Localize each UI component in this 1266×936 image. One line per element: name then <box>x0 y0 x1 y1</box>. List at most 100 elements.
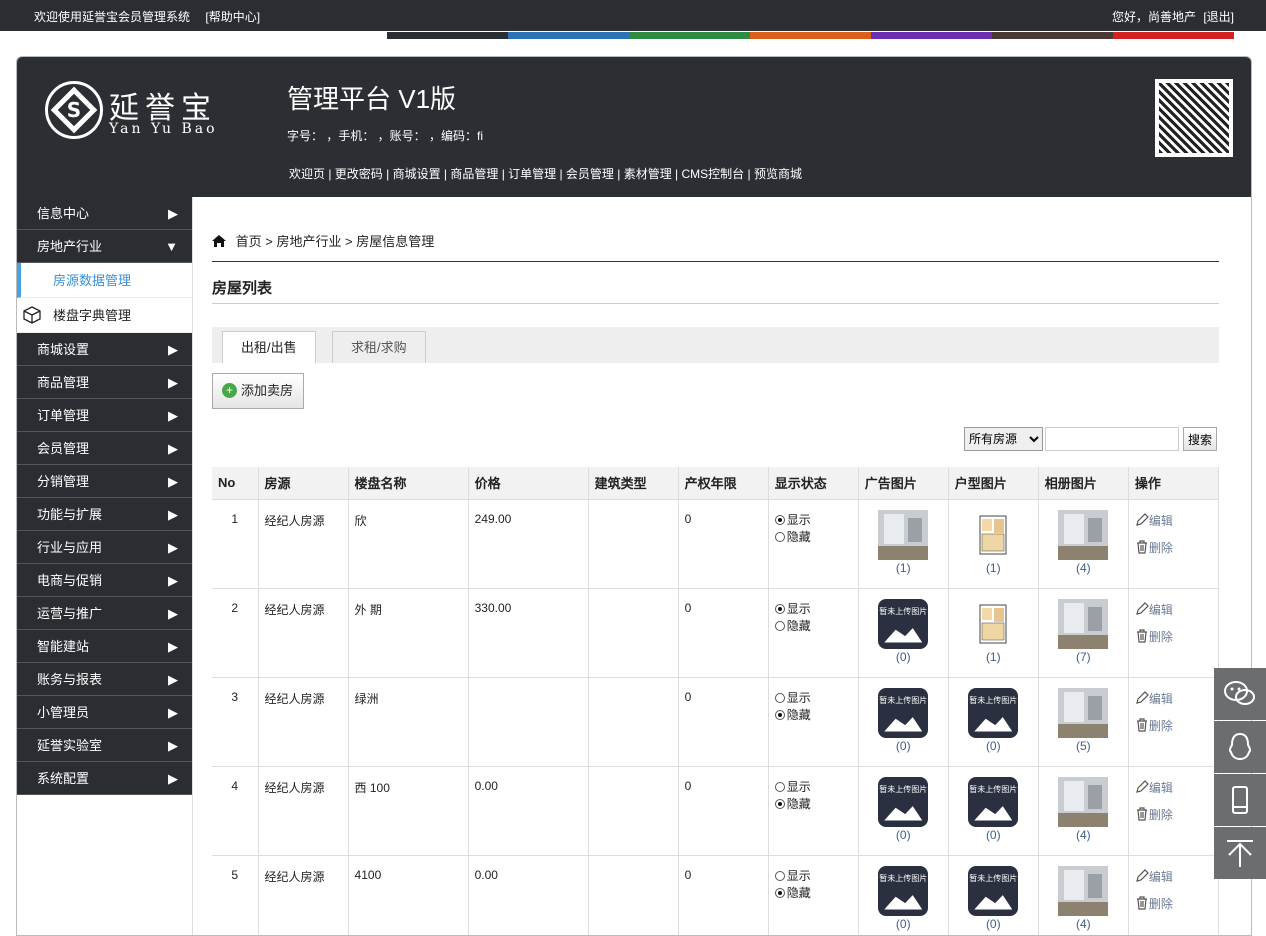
no-image-placeholder[interactable]: 暂未上传图片 <box>968 687 1019 738</box>
photo-thumbnail[interactable] <box>1058 509 1109 560</box>
radio-icon[interactable] <box>774 603 785 614</box>
sidebar-menu-item[interactable]: 信息中心 ▶ <box>17 197 192 230</box>
radio-icon[interactable] <box>774 692 785 703</box>
image-count[interactable]: (5) <box>1039 739 1128 753</box>
sidebar-menu-item[interactable]: 行业与应用 ▶ <box>17 531 192 564</box>
cell-price: 330.00 <box>468 588 589 678</box>
image-count[interactable]: (4) <box>1039 917 1128 931</box>
divider-top <box>212 261 1219 262</box>
sidebar-menu-item[interactable]: 运营与推广 ▶ <box>17 597 192 630</box>
image-count[interactable]: (1) <box>859 561 948 575</box>
no-image-placeholder[interactable]: 暂未上传图片 <box>878 687 929 738</box>
qq-button[interactable] <box>1214 721 1266 773</box>
sidebar-menu-item[interactable]: 账务与报表 ▶ <box>17 663 192 696</box>
photo-thumbnail[interactable] <box>878 509 929 560</box>
no-image-placeholder[interactable]: 暂未上传图片 <box>968 865 1019 916</box>
edit-link[interactable]: 编辑 <box>1135 512 1218 529</box>
logout-link[interactable]: [退出] <box>1203 10 1234 24</box>
photo-thumbnail[interactable] <box>1058 687 1109 738</box>
sidebar-menu-item[interactable]: 小管理员 ▶ <box>17 696 192 729</box>
radio-icon[interactable] <box>774 870 785 881</box>
no-image-placeholder[interactable]: 暂未上传图片 <box>878 598 929 649</box>
home-icon[interactable] <box>212 235 226 247</box>
hide-radio[interactable]: 隐藏 <box>774 618 858 635</box>
image-count[interactable]: (7) <box>1039 650 1128 664</box>
show-radio[interactable]: 显示 <box>774 601 858 618</box>
delete-link[interactable]: 删除 <box>1135 717 1218 734</box>
delete-link[interactable]: 删除 <box>1135 806 1218 823</box>
delete-link[interactable]: 删除 <box>1135 895 1218 912</box>
sidebar-menu-item[interactable]: 分销管理 ▶ <box>17 465 192 498</box>
radio-icon[interactable] <box>774 781 785 792</box>
radio-icon[interactable] <box>774 531 785 542</box>
show-radio[interactable]: 显示 <box>774 779 858 796</box>
cell-plan-image: (1) <box>948 499 1039 589</box>
sidebar-menu-item[interactable]: 功能与扩展 ▶ <box>17 498 192 531</box>
photo-thumbnail[interactable] <box>1058 865 1109 916</box>
sidebar-sub-item[interactable]: 房源数据管理 <box>17 263 192 298</box>
edit-link[interactable]: 编辑 <box>1135 690 1218 707</box>
tab-rent-buy-request[interactable]: 求租/求购 <box>332 331 426 363</box>
wechat-button[interactable] <box>1214 668 1266 720</box>
sidebar-sub-item[interactable]: 楼盘字典管理 <box>17 298 192 333</box>
edit-link[interactable]: 编辑 <box>1135 601 1218 618</box>
chevron-right-icon: ▶ <box>168 408 178 423</box>
radio-icon[interactable] <box>774 709 785 720</box>
sidebar-menu-item[interactable]: 商品管理 ▶ <box>17 366 192 399</box>
back-to-top-button[interactable] <box>1214 827 1266 879</box>
show-radio[interactable]: 显示 <box>774 512 858 529</box>
show-radio[interactable]: 显示 <box>774 868 858 885</box>
show-radio[interactable]: 显示 <box>774 690 858 707</box>
search-input[interactable] <box>1045 427 1179 451</box>
header-nav-links[interactable]: 欢迎页 | 更改密码 | 商城设置 | 商品管理 | 订单管理 | 会员管理 |… <box>289 167 802 181</box>
radio-icon[interactable] <box>774 798 785 809</box>
add-house-button[interactable]: + 添加卖房 <box>212 373 305 409</box>
image-count[interactable]: (0) <box>949 739 1038 753</box>
sidebar-menu-item[interactable]: 订单管理 ▶ <box>17 399 192 432</box>
delete-link[interactable]: 删除 <box>1135 628 1218 645</box>
hide-radio[interactable]: 隐藏 <box>774 796 858 813</box>
no-image-placeholder[interactable]: 暂未上传图片 <box>968 776 1019 827</box>
hide-radio[interactable]: 隐藏 <box>774 529 858 546</box>
tab-rent-sell[interactable]: 出租/出售 <box>222 331 316 363</box>
image-count[interactable]: (0) <box>949 917 1038 931</box>
edit-link[interactable]: 编辑 <box>1135 868 1218 885</box>
edit-link[interactable]: 编辑 <box>1135 779 1218 796</box>
color-stripe-segment <box>992 32 1113 39</box>
image-count[interactable]: (4) <box>1039 828 1128 842</box>
image-count[interactable]: (0) <box>859 650 948 664</box>
search-button[interactable]: 搜索 <box>1183 427 1217 451</box>
image-count[interactable]: (1) <box>949 561 1038 575</box>
hide-radio[interactable]: 隐藏 <box>774 707 858 724</box>
help-link[interactable]: [帮助中心] <box>205 10 260 24</box>
image-count[interactable]: (0) <box>859 917 948 931</box>
image-count[interactable]: (0) <box>859 828 948 842</box>
header-nav[interactable]: 欢迎页 | 更改密码 | 商城设置 | 商品管理 | 订单管理 | 会员管理 |… <box>289 165 802 182</box>
sidebar-menu-item[interactable]: 延誉实验室 ▶ <box>17 729 192 762</box>
no-image-placeholder[interactable]: 暂未上传图片 <box>878 776 929 827</box>
radio-icon[interactable] <box>774 887 785 898</box>
delete-link[interactable]: 删除 <box>1135 539 1218 556</box>
photo-thumbnail[interactable] <box>1058 598 1109 649</box>
sidebar-menu-item[interactable]: 会员管理 ▶ <box>17 432 192 465</box>
floor-plan-thumbnail[interactable] <box>968 598 1019 649</box>
floor-plan-thumbnail[interactable] <box>968 509 1019 560</box>
sidebar-menu-item[interactable]: 系统配置 ▶ <box>17 762 192 795</box>
breadcrumb-text[interactable]: 首页 > 房地产行业 > 房屋信息管理 <box>236 234 435 249</box>
sidebar-menu-item[interactable]: 智能建站 ▶ <box>17 630 192 663</box>
image-count[interactable]: (0) <box>949 828 1038 842</box>
no-image-placeholder[interactable]: 暂未上传图片 <box>878 865 929 916</box>
sidebar-menu-item[interactable]: 房地产行业 ▼ <box>17 230 192 263</box>
radio-icon[interactable] <box>774 620 785 631</box>
image-count[interactable]: (0) <box>859 739 948 753</box>
source-filter-select[interactable]: 所有房源 <box>964 427 1043 451</box>
sidebar-menu-item[interactable]: 商城设置 ▶ <box>17 333 192 366</box>
image-count[interactable]: (4) <box>1039 561 1128 575</box>
photo-thumbnail[interactable] <box>1058 776 1109 827</box>
table-row: 1 经纪人房源欣 249.00 0 显示 隐藏 (1) (1) (4) 编辑 删除 <box>212 499 1220 589</box>
hide-radio[interactable]: 隐藏 <box>774 885 858 902</box>
image-count[interactable]: (1) <box>949 650 1038 664</box>
radio-icon[interactable] <box>774 514 785 525</box>
sidebar-menu-item[interactable]: 电商与促销 ▶ <box>17 564 192 597</box>
mobile-button[interactable] <box>1214 774 1266 826</box>
